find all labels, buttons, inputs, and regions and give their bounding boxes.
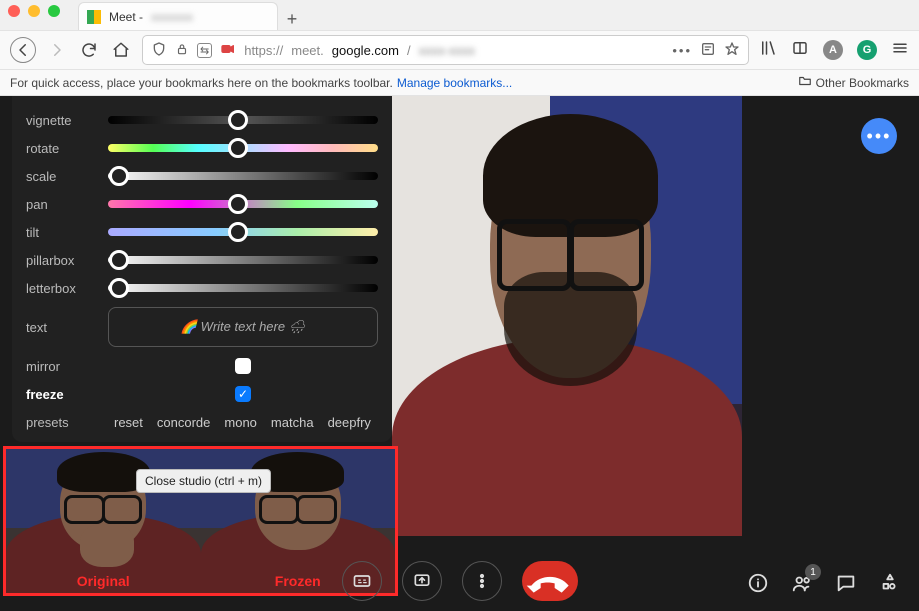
freeze-checkbox[interactable]: ✓ xyxy=(235,386,251,402)
rotate-slider[interactable] xyxy=(108,144,378,152)
presets-list: reset concorde mono matcha deepfry xyxy=(108,411,377,434)
zoom-window-button[interactable] xyxy=(48,5,60,17)
slider-label-pan: pan xyxy=(26,197,96,212)
mirror-label: mirror xyxy=(26,359,96,374)
account-badge[interactable]: A xyxy=(823,40,843,60)
chat-button[interactable] xyxy=(835,572,857,599)
text-label: text xyxy=(26,320,96,335)
main-video-feed xyxy=(392,96,742,536)
sidebar-icon[interactable] xyxy=(791,39,809,62)
shield-icon[interactable] xyxy=(151,41,167,60)
home-button[interactable] xyxy=(110,39,132,61)
forward-button xyxy=(46,39,68,61)
slider-label-scale: scale xyxy=(26,169,96,184)
more-button[interactable] xyxy=(462,561,502,601)
mirror-checkbox[interactable] xyxy=(235,358,251,374)
library-icon[interactable] xyxy=(759,39,777,62)
bookmarks-bar: For quick access, place your bookmarks h… xyxy=(0,70,919,96)
preset-reset[interactable]: reset xyxy=(114,415,143,430)
freeze-label: freeze xyxy=(26,387,96,402)
window-controls xyxy=(8,0,78,30)
camera-permission-icon[interactable] xyxy=(220,41,236,60)
address-bar[interactable]: ⇆ https:// meet. google.com / xxxx-xxxx ••• xyxy=(142,35,749,65)
preset-matcha[interactable]: matcha xyxy=(271,415,314,430)
slider-label-vignette: vignette xyxy=(26,113,96,128)
manage-bookmarks-link[interactable]: Manage bookmarks... xyxy=(397,76,512,90)
effects-panel: vignette rotate scale pan tilt pillarbox lette… xyxy=(12,96,392,442)
overlay-text-input[interactable]: 🌈 Write text here 🌧 xyxy=(108,307,378,347)
presets-label: presets xyxy=(26,415,96,430)
other-bookmarks-button[interactable]: Other Bookmarks xyxy=(816,76,909,90)
preset-mono[interactable]: mono xyxy=(224,415,257,430)
pan-slider[interactable] xyxy=(108,200,378,208)
browser-toolbar: ⇆ https://meet.google.com/xxxx-xxxx ••• … xyxy=(0,30,919,70)
meet-right-icons: 1 xyxy=(747,572,901,599)
minimize-window-button[interactable] xyxy=(28,5,40,17)
folder-icon xyxy=(798,74,812,91)
slider-label-rotate: rotate xyxy=(26,141,96,156)
tab-title-meeting: xxxxxxx xyxy=(151,10,193,24)
meeting-info-button[interactable] xyxy=(747,572,769,599)
captions-button[interactable] xyxy=(342,561,382,601)
tilt-slider[interactable] xyxy=(108,228,378,236)
menu-icon[interactable] xyxy=(891,39,909,62)
url-path: / xyxy=(407,43,411,58)
participant-count: 1 xyxy=(805,564,821,580)
hangup-button[interactable] xyxy=(522,561,578,601)
slider-label-letterbox: letterbox xyxy=(26,281,96,296)
back-button[interactable] xyxy=(10,37,36,63)
url-protocol: https:// xyxy=(244,43,283,58)
present-button[interactable] xyxy=(402,561,442,601)
permissions-icon[interactable]: ⇆ xyxy=(197,43,212,58)
people-button[interactable]: 1 xyxy=(791,572,813,599)
slider-label-tilt: tilt xyxy=(26,225,96,240)
tab-title-prefix: Meet - xyxy=(109,10,143,24)
reload-button[interactable] xyxy=(78,39,100,61)
browser-tab[interactable]: Meet - xxxxxxx xyxy=(78,2,278,30)
bookmark-star-icon[interactable] xyxy=(724,41,740,60)
letterbox-slider[interactable] xyxy=(108,284,378,292)
url-meeting-id: xxxx-xxxx xyxy=(419,43,475,58)
preset-concorde[interactable]: concorde xyxy=(157,415,210,430)
google-meet-icon xyxy=(87,10,101,24)
url-subdomain: meet. xyxy=(291,43,324,58)
preset-deepfry[interactable]: deepfry xyxy=(328,415,371,430)
extension-badge[interactable]: G xyxy=(857,40,877,60)
page-actions-icon[interactable]: ••• xyxy=(672,43,692,58)
close-studio-tooltip: Close studio (ctrl + m) xyxy=(136,469,271,493)
lock-icon[interactable] xyxy=(175,42,189,59)
slider-label-pillarbox: pillarbox xyxy=(26,253,96,268)
activities-button[interactable] xyxy=(879,572,901,599)
meet-app: ••• vignette rotate scale pan tilt pillarbox l… xyxy=(0,96,919,611)
scale-slider[interactable] xyxy=(108,172,378,180)
new-tab-button[interactable]: + xyxy=(278,9,306,30)
url-domain: google.com xyxy=(332,43,399,58)
vignette-slider[interactable] xyxy=(108,116,378,124)
bookmark-hint-text: For quick access, place your bookmarks h… xyxy=(10,76,393,90)
more-options-pill[interactable]: ••• xyxy=(861,118,897,154)
reader-icon[interactable] xyxy=(700,41,716,60)
toolbar-right: A G xyxy=(759,39,909,62)
pillarbox-slider[interactable] xyxy=(108,256,378,264)
close-window-button[interactable] xyxy=(8,5,20,17)
window-titlebar: Meet - xxxxxxx + xyxy=(0,0,919,30)
